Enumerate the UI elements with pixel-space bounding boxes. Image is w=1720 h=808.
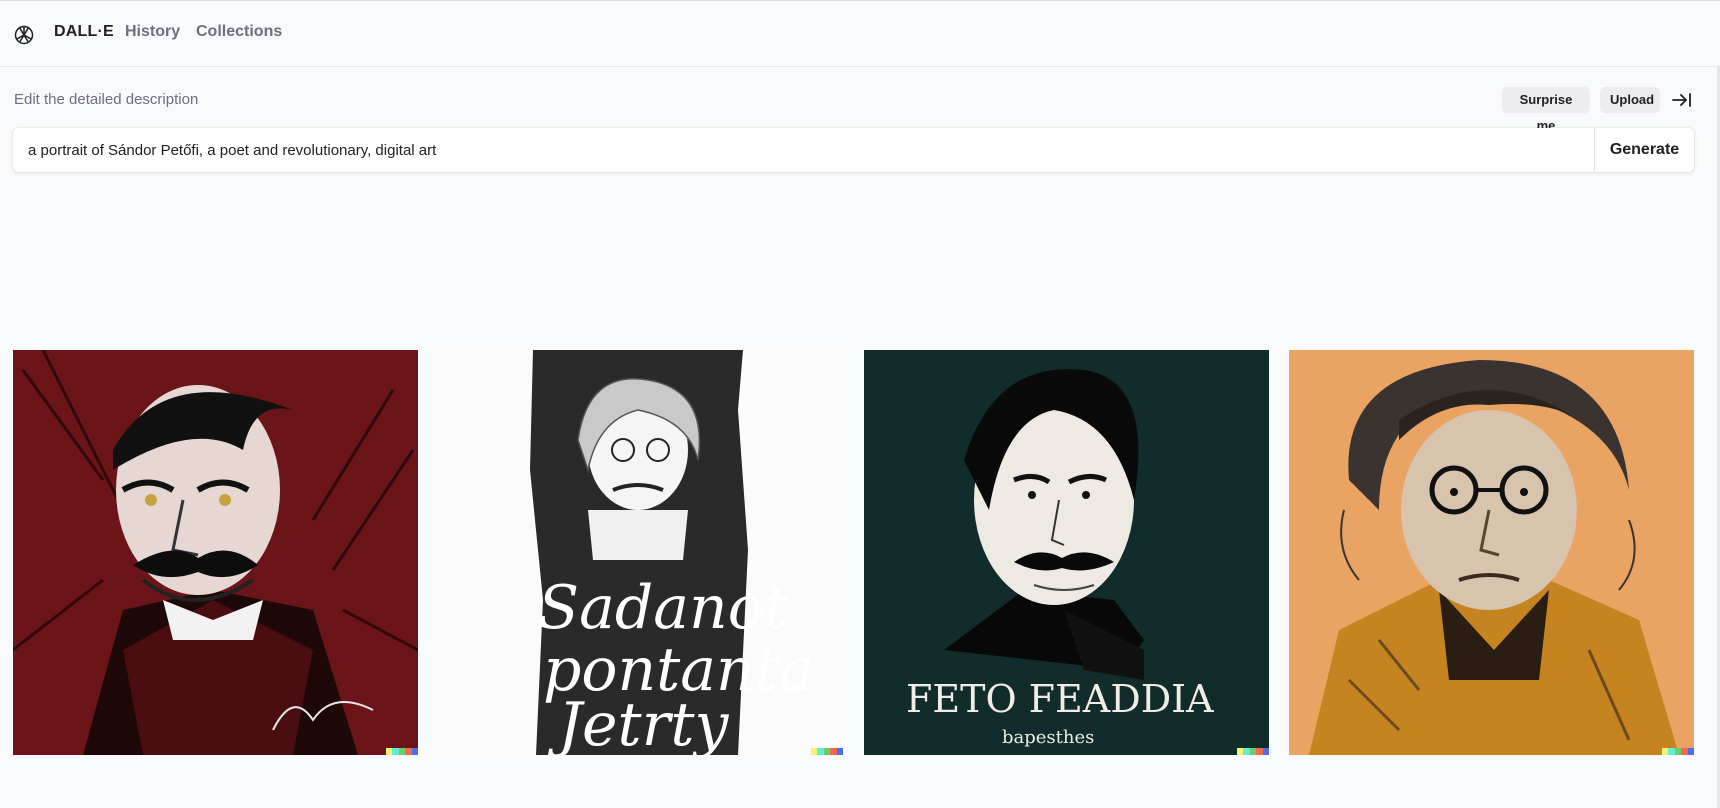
nav-collections-link[interactable]: Collections [196,23,282,41]
surprise-me-button[interactable]: Surprise me [1502,87,1590,133]
nav-history-link[interactable]: History [125,23,180,41]
portrait-image [13,350,418,755]
top-navigation-bar: DALL·E History Collections [0,0,1720,67]
dalle-signature [386,748,418,755]
dalle-signature [1237,748,1269,755]
generated-image-2[interactable]: Sadanot pontanta Jetrty [438,350,843,755]
svg-text:FETO FEADDIA: FETO FEADDIA [906,677,1214,721]
description-label: Edit the detailed description [14,91,199,108]
svg-text:Jetrty: Jetrty [547,690,729,755]
portrait-image [1289,350,1694,755]
svg-text:bapesthes: bapesthes [1002,727,1094,748]
brand-title[interactable]: DALL·E [54,23,114,41]
upload-button[interactable]: Upload [1600,87,1660,113]
generated-image-3[interactable]: FETO FEADDIA bapesthes [864,350,1269,755]
prompt-bar: Generate [13,128,1694,172]
generated-image-4[interactable] [1289,350,1694,755]
portrait-image: FETO FEADDIA bapesthes [864,350,1269,755]
arrow-right-to-bar-icon[interactable] [1670,88,1694,112]
generated-image-1[interactable] [13,350,418,755]
svg-text:Sadanot: Sadanot [538,573,789,643]
dalle-signature [1662,748,1694,755]
dalle-signature [811,748,843,755]
portrait-image: Sadanot pontanta Jetrty [438,350,843,755]
openai-logo-icon[interactable] [12,23,36,47]
prompt-input[interactable] [13,128,1594,172]
generate-button[interactable]: Generate [1594,128,1694,172]
